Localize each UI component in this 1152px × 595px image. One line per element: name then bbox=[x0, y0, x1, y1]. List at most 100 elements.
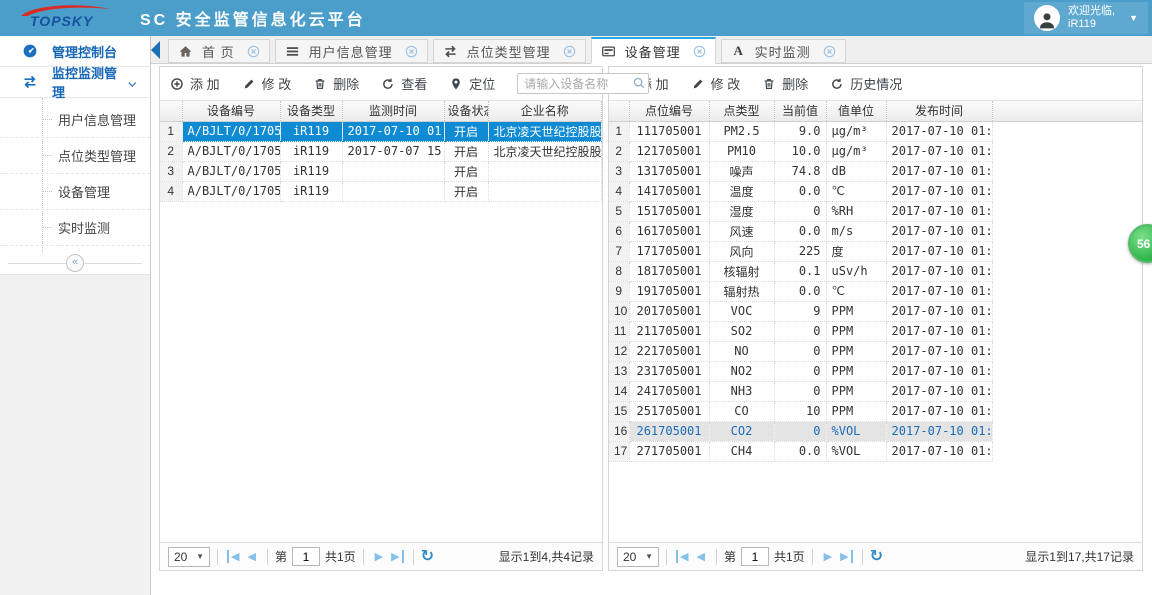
table-cell[interactable]: 2017-07-10 01:53:21 bbox=[886, 341, 993, 362]
table-cell[interactable]: 131705001 bbox=[629, 161, 710, 182]
prev-page-button[interactable]: ◀ bbox=[692, 550, 708, 563]
page-input[interactable] bbox=[740, 547, 769, 566]
table-cell[interactable]: CO bbox=[709, 401, 775, 422]
table-cell[interactable]: 181705001 bbox=[629, 261, 710, 282]
table-cell[interactable]: 74.8 bbox=[774, 161, 827, 182]
table-cell[interactable]: 2017-07-10 01:53:21 bbox=[886, 221, 993, 242]
table-cell[interactable]: 0.1 bbox=[774, 261, 827, 282]
locate-button[interactable]: 定位 bbox=[449, 74, 495, 93]
row-number-cell[interactable]: 6 bbox=[609, 221, 630, 242]
table-cell[interactable]: 2017-07-10 01:53:22 bbox=[886, 181, 993, 202]
last-page-button[interactable]: ▶ bbox=[387, 550, 404, 563]
row-number-cell[interactable]: 2 bbox=[160, 141, 183, 162]
row-number-cell[interactable]: 3 bbox=[609, 161, 630, 182]
table-cell[interactable]: 211705001 bbox=[629, 321, 710, 342]
sidebar-item-point-type[interactable]: 点位类型管理 bbox=[0, 138, 150, 174]
table-cell[interactable]: 2017-07-10 01:37:01 bbox=[886, 401, 993, 422]
row-number-cell[interactable]: 4 bbox=[609, 181, 630, 202]
table-cell[interactable]: ℃ bbox=[826, 181, 887, 202]
tab-realtime[interactable]: A 实时监测 bbox=[720, 39, 846, 63]
table-cell[interactable]: ℃ bbox=[826, 281, 887, 302]
table-cell[interactable]: PPM bbox=[826, 361, 887, 382]
table-cell[interactable]: uSv/h bbox=[826, 261, 887, 282]
table-row[interactable]: 14241705001NH30PPM2017-07-10 01:53:21 bbox=[609, 381, 1142, 402]
table-cell[interactable]: iR119 bbox=[280, 181, 343, 202]
table-cell[interactable]: 2017-07-10 01:53:21 bbox=[886, 281, 993, 302]
table-cell[interactable]: 噪声 bbox=[709, 161, 775, 182]
table-cell[interactable]: 0.0 bbox=[774, 221, 827, 242]
row-number-cell[interactable]: 11 bbox=[609, 321, 630, 342]
table-cell[interactable]: 10.0 bbox=[774, 141, 827, 162]
table-cell[interactable]: CH4 bbox=[709, 441, 775, 462]
table-cell[interactable]: 0 bbox=[774, 421, 827, 442]
last-page-button[interactable]: ▶ bbox=[836, 550, 853, 563]
table-cell[interactable]: NO bbox=[709, 341, 775, 362]
table-cell[interactable]: 0 bbox=[774, 341, 827, 362]
table-cell[interactable]: 9 bbox=[774, 301, 827, 322]
table-cell[interactable]: 北京凌天世纪控股股份有限 bbox=[488, 141, 602, 162]
first-page-button[interactable]: ◀ bbox=[227, 550, 243, 563]
table-cell[interactable]: %VOL bbox=[826, 421, 887, 442]
first-page-button[interactable]: ◀ bbox=[676, 550, 692, 563]
table-cell[interactable]: 开启 bbox=[444, 161, 489, 182]
table-row[interactable]: 9191705001辐射热0.0℃2017-07-10 01:53:21 bbox=[609, 281, 1142, 302]
row-number-cell[interactable]: 17 bbox=[609, 441, 630, 462]
search-icon[interactable] bbox=[632, 76, 646, 90]
sidebar-item-user-info[interactable]: 用户信息管理 bbox=[0, 102, 150, 138]
table-cell[interactable]: 171705001 bbox=[629, 241, 710, 262]
table-row[interactable]: 17271705001CH40.0%VOL2017-07-10 01:53:21 bbox=[609, 441, 1142, 462]
table-cell[interactable]: 0 bbox=[774, 361, 827, 382]
table-cell[interactable]: 271705001 bbox=[629, 441, 710, 462]
table-cell[interactable]: 231705001 bbox=[629, 361, 710, 382]
table-cell[interactable]: 开启 bbox=[444, 181, 489, 202]
table-cell[interactable]: dB bbox=[826, 161, 887, 182]
table-row[interactable]: 1111705001PM2.59.0μg/m³2017-07-10 01:53:… bbox=[609, 121, 1142, 142]
table-cell[interactable]: 2017-07-10 01:53:22 bbox=[886, 301, 993, 322]
table-row[interactable]: 10201705001VOC9PPM2017-07-10 01:53:22 bbox=[609, 301, 1142, 322]
table-cell[interactable] bbox=[342, 161, 445, 182]
table-row[interactable]: 8181705001核辐射0.1uSv/h2017-07-10 01:53:21 bbox=[609, 261, 1142, 282]
tab-device[interactable]: 设备管理 bbox=[590, 37, 716, 64]
table-cell[interactable]: NH3 bbox=[709, 381, 775, 402]
table-row[interactable]: 3A/BJLT/0/1705003iR119 开启 bbox=[160, 161, 602, 182]
add-button[interactable]: 添 加 bbox=[170, 74, 220, 93]
table-row[interactable]: 2A/BJLT/0/1705002iR1192017-07-07 15:03:0… bbox=[160, 141, 602, 162]
table-cell[interactable] bbox=[488, 181, 602, 202]
edit-button[interactable]: 修 改 bbox=[691, 74, 740, 93]
table-cell[interactable]: 2017-07-10 01:53:21 bbox=[886, 261, 993, 282]
table-row[interactable]: 4141705001温度0.0℃2017-07-10 01:53:22 bbox=[609, 181, 1142, 202]
table-cell[interactable]: A/BJLT/0/1705001 bbox=[182, 121, 281, 142]
table-cell[interactable]: μg/m³ bbox=[826, 121, 887, 142]
table-cell[interactable]: 251705001 bbox=[629, 401, 710, 422]
table-row[interactable]: 13231705001NO20PPM2017-07-10 01:53:22 bbox=[609, 361, 1142, 382]
table-cell[interactable]: 湿度 bbox=[709, 201, 775, 222]
table-cell[interactable]: 0 bbox=[774, 381, 827, 402]
table-cell[interactable]: 151705001 bbox=[629, 201, 710, 222]
page-size-select[interactable]: 20 ▼ bbox=[168, 546, 210, 567]
table-cell[interactable]: A/BJLT/0/1705002 bbox=[182, 141, 281, 162]
delete-button[interactable]: 删除 bbox=[762, 74, 808, 93]
table-row[interactable]: 3131705001噪声74.8dB2017-07-10 01:53:22 bbox=[609, 161, 1142, 182]
table-row[interactable]: 4A/BJLT/0/1705004iR119 开启 bbox=[160, 181, 602, 202]
tab-point-type[interactable]: 点位类型管理 bbox=[432, 39, 586, 63]
search-input[interactable] bbox=[517, 73, 650, 94]
table-cell[interactable]: 风速 bbox=[709, 221, 775, 242]
table-cell[interactable]: 2017-07-10 01:53:22 bbox=[886, 201, 993, 222]
refresh-button[interactable]: ↻ bbox=[870, 548, 883, 565]
table-cell[interactable]: iR119 bbox=[280, 161, 343, 182]
table-row[interactable]: 6161705001风速0.0m/s2017-07-10 01:53:21 bbox=[609, 221, 1142, 242]
table-row[interactable]: 5151705001湿度0%RH2017-07-10 01:53:22 bbox=[609, 201, 1142, 222]
table-cell[interactable]: SO2 bbox=[709, 321, 775, 342]
table-cell[interactable]: 2017-07-10 01:53:22 bbox=[886, 121, 993, 142]
table-cell[interactable]: %RH bbox=[826, 201, 887, 222]
table-cell[interactable]: 225 bbox=[774, 241, 827, 262]
table-cell[interactable]: CO2 bbox=[709, 421, 775, 442]
table-cell[interactable]: 温度 bbox=[709, 181, 775, 202]
row-number-cell[interactable]: 9 bbox=[609, 281, 630, 302]
edit-button[interactable]: 修 改 bbox=[242, 74, 291, 93]
prev-page-button[interactable]: ◀ bbox=[243, 550, 259, 563]
tab-home[interactable]: 首 页 bbox=[168, 39, 270, 63]
table-cell[interactable]: 191705001 bbox=[629, 281, 710, 302]
table-cell[interactable]: 201705001 bbox=[629, 301, 710, 322]
table-cell[interactable]: 2017-07-10 01:53:22 bbox=[342, 121, 445, 142]
